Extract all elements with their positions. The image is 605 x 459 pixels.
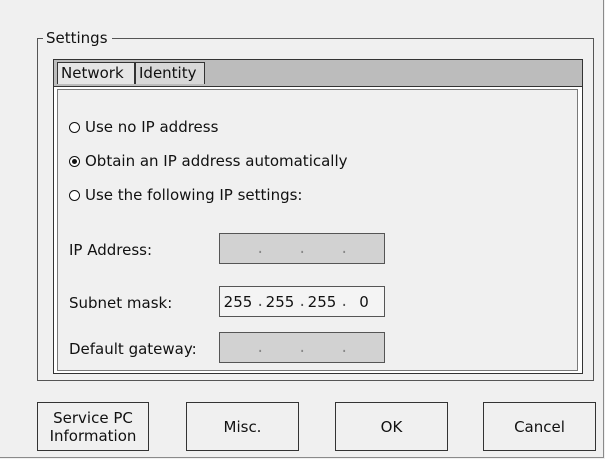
ip-address-separator: . — [256, 240, 265, 257]
subnet-mask-field[interactable]: 255. 255. 255. 0 — [219, 286, 385, 317]
ip-address-separator: . — [298, 240, 307, 257]
ip-address-label: IP Address: — [69, 241, 153, 259]
radio-use-no-ip-indicator[interactable] — [69, 121, 80, 133]
ip-address-separator: . — [340, 240, 349, 257]
misc-button[interactable]: Misc. — [186, 402, 299, 451]
subnet-mask-label: Subnet mask: — [69, 294, 173, 312]
radio-obtain-ip-automatically-label: Obtain an IP address automatically — [85, 152, 348, 170]
tab-identity[interactable]: Identity — [135, 62, 205, 84]
radio-use-following-ip-indicator[interactable] — [69, 189, 80, 201]
ok-button[interactable]: OK — [335, 402, 448, 451]
radio-obtain-ip-automatically[interactable]: Obtain an IP address automatically — [69, 151, 348, 171]
radio-use-no-ip[interactable]: Use no IP address — [69, 117, 218, 137]
ip-address-field[interactable]: ... — [219, 233, 385, 264]
service-pc-information-line-2: Information — [49, 426, 137, 445]
subnet-mask-octet-2: 255 — [265, 292, 295, 311]
service-pc-information-label: Service PC Information — [50, 409, 137, 445]
subnet-mask-octet-1: 255 — [223, 292, 253, 311]
settings-tab-control: Network Identity Use no IP address Obtai… — [53, 59, 583, 374]
cancel-button[interactable]: Cancel — [483, 402, 596, 451]
radio-use-following-ip-label: Use the following IP settings: — [85, 186, 303, 204]
service-pc-information-line-1: Service PC — [53, 408, 133, 427]
default-gateway-separator: . — [256, 339, 265, 356]
settings-group-title: Settings — [43, 29, 112, 47]
tab-strip: Network Identity — [54, 60, 582, 87]
subnet-mask-octet-4: 0 — [359, 292, 369, 311]
default-gateway-label: Default gateway: — [69, 340, 197, 358]
network-tab-panel: Use no IP address Obtain an IP address a… — [57, 89, 578, 371]
service-pc-information-button[interactable]: Service PC Information — [37, 402, 149, 451]
subnet-mask-octet-3: 255 — [307, 292, 337, 311]
radio-obtain-ip-automatically-indicator[interactable] — [69, 155, 80, 167]
default-gateway-separator: . — [340, 339, 349, 356]
tab-network[interactable]: Network — [57, 62, 135, 84]
radio-use-no-ip-label: Use no IP address — [85, 118, 219, 136]
radio-use-following-ip[interactable]: Use the following IP settings: — [69, 185, 303, 205]
default-gateway-separator: . — [298, 339, 307, 356]
default-gateway-field[interactable]: ... — [219, 332, 385, 363]
